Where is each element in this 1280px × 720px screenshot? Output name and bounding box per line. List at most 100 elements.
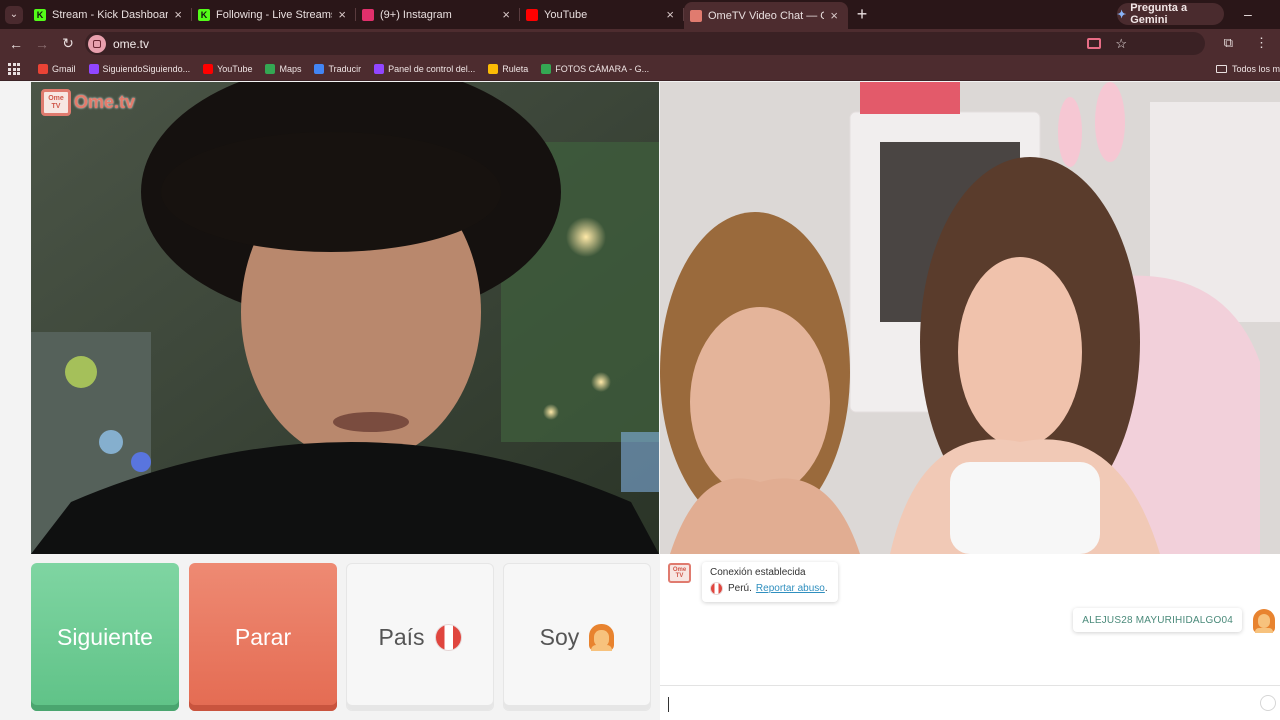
ometv-logo-text: Ome.tv	[74, 92, 136, 112]
peru-flag-icon	[434, 623, 462, 651]
camera-in-use-icon[interactable]	[1087, 38, 1102, 49]
ometv-chat-logo-icon: Ome TV	[668, 563, 691, 583]
omnibox[interactable]: ome.tv ☆	[85, 32, 1205, 55]
reload-button[interactable]: ↻	[55, 35, 81, 52]
woman-emoji-icon	[589, 623, 615, 651]
woman-emoji-icon	[1253, 609, 1275, 633]
gemini-label: Pregunta a Gemini	[1130, 2, 1188, 26]
bookmark-favicon-icon	[314, 64, 325, 74]
bookmarks-bar: Gmail SiguiendoSiguiendo... YouTube Maps Tra…	[0, 58, 1280, 81]
stop-label: Parar	[234, 623, 292, 650]
forward-button[interactable]: →	[29, 36, 55, 52]
ometv-logo-box: Ome TV	[41, 89, 71, 116]
country-label: País	[378, 623, 425, 650]
close-tab-icon[interactable]: ×	[338, 7, 346, 22]
bookmark-item[interactable]: Maps	[265, 64, 301, 74]
user-message: ALEJUS28 MAYURIHIDALGO04	[1073, 608, 1242, 632]
bookmark-favicon-icon	[265, 64, 276, 74]
apps-grid-icon[interactable]	[2, 63, 26, 75]
bookmark-favicon-icon	[541, 64, 552, 74]
browser-tab-bar: ⌄ K Stream - Kick Dashboard × K Following - …	[0, 0, 1280, 29]
extensions-icon[interactable]: ⧉	[1224, 35, 1233, 51]
close-tab-icon[interactable]: ×	[830, 8, 838, 23]
gemini-button[interactable]: ✦ Pregunta a Gemini	[1117, 2, 1224, 26]
folder-icon	[1215, 65, 1227, 73]
new-tab-button[interactable]: +	[848, 4, 876, 25]
country-button[interactable]: País	[346, 563, 494, 711]
bookmark-label: SiguiendoSiguiendo...	[102, 64, 191, 74]
gender-label: Soy	[539, 623, 580, 650]
url-text: ome.tv	[113, 36, 150, 51]
bookmark-star-icon[interactable]: ☆	[1115, 36, 1127, 52]
emoji-picker-icon[interactable]	[1260, 695, 1276, 711]
ometv-logo: Ome TV Ome.tv	[41, 89, 135, 116]
tab-title: OmeTV Video Chat — Ome	[708, 9, 824, 22]
chat-input[interactable]	[660, 685, 1280, 720]
bookmark-item[interactable]: Traducir	[314, 64, 361, 74]
all-bookmarks-button[interactable]: Todos los m	[1215, 64, 1280, 74]
stop-button[interactable]: Parar	[189, 563, 337, 711]
instagram-icon	[362, 8, 374, 21]
ometv-icon	[690, 9, 702, 22]
browser-tab[interactable]: K Following - Live Streams on Kic ×	[192, 0, 356, 29]
gender-button[interactable]: Soy	[503, 563, 651, 711]
profile-menu-icon[interactable]: ⋮	[1255, 35, 1268, 51]
local-video-frame	[31, 82, 659, 554]
site-info-icon[interactable]	[88, 34, 106, 53]
browser-tab[interactable]: YouTube ×	[520, 0, 684, 29]
back-button[interactable]: ←	[3, 36, 29, 52]
gemini-icon: ✦	[1117, 8, 1127, 21]
close-tab-icon[interactable]: ×	[502, 7, 510, 22]
remote-video	[660, 82, 1280, 554]
bookmark-item[interactable]: YouTube	[203, 64, 252, 74]
bookmark-favicon-icon	[203, 64, 214, 74]
tab-title: YouTube	[544, 8, 588, 21]
ometv-page: Ome TV Ome.tv Siguiente Parar País Soy O…	[0, 82, 1280, 720]
kick-icon: K	[34, 8, 46, 21]
kick-icon: K	[198, 8, 210, 21]
text-caret	[668, 697, 669, 712]
bookmark-favicon-icon	[88, 64, 99, 74]
chevron-down-icon: ⌄	[5, 5, 23, 24]
minimize-button[interactable]: –	[1244, 6, 1252, 22]
system-message: Conexión establecida Perú. Reportar abus…	[702, 562, 838, 602]
tab-title: Following - Live Streams on Kic	[216, 8, 333, 21]
bookmark-label: Ruleta	[502, 64, 529, 74]
close-tab-icon[interactable]: ×	[666, 7, 674, 22]
all-bookmarks-label: Todos los m	[1231, 64, 1280, 74]
bookmark-item[interactable]: Panel de control del...	[374, 64, 475, 74]
peru-flag-icon	[710, 582, 723, 595]
bookmark-label: Gmail	[52, 64, 76, 74]
report-abuse-link[interactable]: Reportar abuso	[756, 583, 825, 594]
browser-tab[interactable]: (9+) Instagram ×	[356, 0, 520, 29]
tab-title: (9+) Instagram	[380, 8, 452, 21]
bookmark-favicon-icon	[488, 64, 499, 74]
stranger-country: Perú.	[728, 583, 752, 594]
bookmark-label: Maps	[279, 64, 302, 74]
bookmark-label: YouTube	[217, 64, 253, 74]
browser-tab[interactable]: OmeTV Video Chat — Ome ×	[684, 2, 848, 29]
user-message-text: ALEJUS28 MAYURIHIDALGO04	[1082, 614, 1233, 626]
bookmark-label: FOTOS CÁMARA - G...	[555, 64, 650, 74]
browser-tab[interactable]: K Stream - Kick Dashboard ×	[28, 0, 192, 29]
next-label: Siguiente	[57, 623, 153, 650]
bookmark-favicon-icon	[374, 64, 385, 74]
report-suffix: .	[824, 583, 828, 594]
local-video: Ome TV Ome.tv	[31, 82, 659, 554]
bookmark-item[interactable]: FOTOS CÁMARA - G...	[541, 64, 649, 74]
bookmark-favicon-icon	[38, 64, 48, 74]
next-button[interactable]: Siguiente	[31, 563, 179, 711]
bookmark-item[interactable]: Ruleta	[488, 64, 528, 74]
tab-title: Stream - Kick Dashboard	[52, 8, 169, 21]
control-panel: Siguiente Parar País Soy	[0, 554, 660, 720]
remote-video-frame	[660, 82, 1280, 554]
bookmark-item[interactable]: SiguiendoSiguiendo...	[88, 64, 191, 74]
close-tab-icon[interactable]: ×	[174, 7, 182, 22]
address-bar-row: ← → ↻ ome.tv ☆ ⧉ ⋮	[0, 29, 1280, 58]
connection-status: Conexión establecida	[710, 567, 806, 578]
tab-search-button[interactable]: ⌄	[0, 0, 28, 29]
bookmark-item[interactable]: Gmail	[38, 64, 76, 74]
bookmark-label: Panel de control del...	[388, 64, 476, 74]
bookmark-label: Traducir	[328, 64, 362, 74]
youtube-icon	[526, 8, 538, 21]
